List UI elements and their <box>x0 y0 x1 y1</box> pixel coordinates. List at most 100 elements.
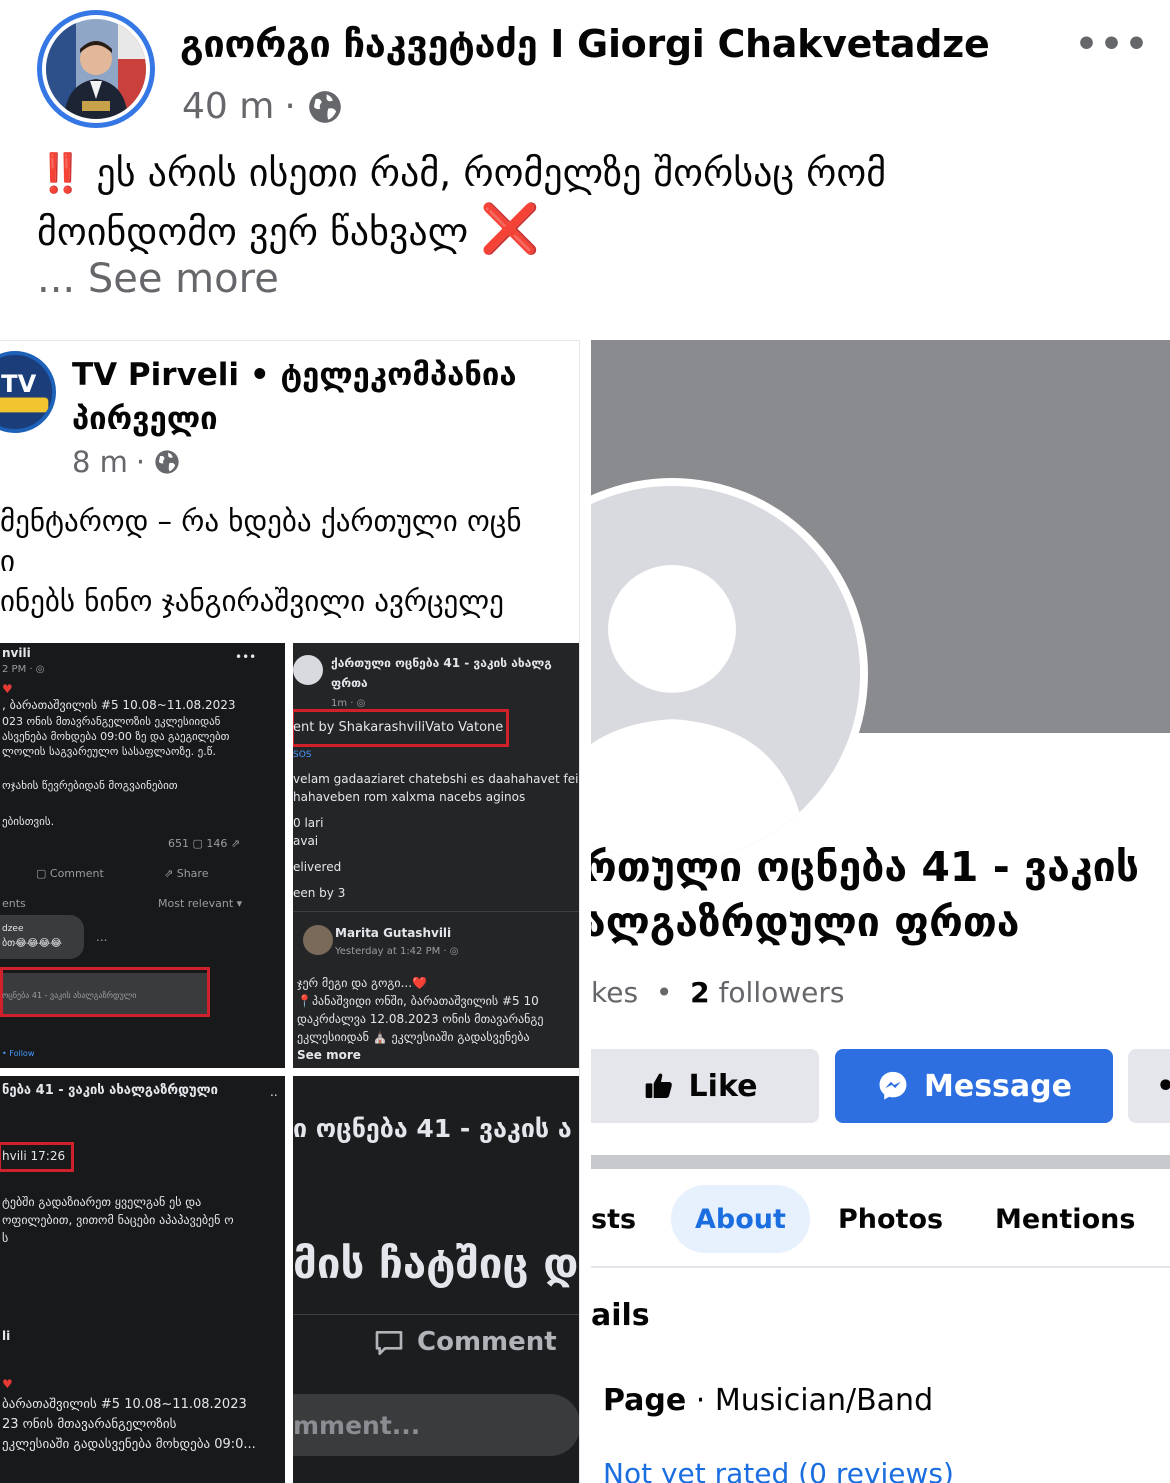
c4-divider <box>293 1314 579 1315</box>
more-button[interactable]: • <box>1128 1049 1170 1123</box>
c1-share-button[interactable]: ⇗ Share <box>164 865 208 882</box>
photo-1[interactable]: nvili ••• 2 PM · ◎ ♥ , ბარათაშვილის #5 1… <box>0 643 285 1068</box>
c1-more: ... <box>96 930 108 944</box>
photo-grid: nvili ••• 2 PM · ◎ ♥ , ბარათაშვილის #5 1… <box>0 643 579 1483</box>
c2-l5: elivered <box>293 860 342 874</box>
c4-comment-button[interactable]: Comment <box>373 1324 557 1360</box>
like-label: Like <box>688 1068 758 1104</box>
shared-post-meta: 8 m · <box>72 445 181 479</box>
shared-post-text: მენტაროდ – რა ხდება ქართული ოცნ ი ინებს … <box>0 501 522 621</box>
globe-icon <box>308 90 341 123</box>
c1-emoji: ბთ😂😂😂😂 <box>2 938 62 949</box>
see-more-link[interactable]: ... See more <box>37 256 279 302</box>
likes-fragment: kes <box>591 976 639 1009</box>
c1-dots: ••• <box>235 650 257 664</box>
section-divider <box>591 1155 1170 1169</box>
c2-sub: ფრთა <box>331 676 368 690</box>
profile-name-line-1: რთული ოცნება 41 - ვაკის <box>591 843 1140 891</box>
photo-4[interactable]: ი ოცნება 41 - ვაკის ა მის ჩატშიც დ Comme… <box>293 1076 579 1483</box>
comment-icon <box>375 1330 403 1355</box>
message-button[interactable]: Message <box>835 1049 1113 1123</box>
c2-time2: Yesterday at 1:42 PM · ◎ <box>335 946 459 957</box>
c2-m2: 📍პანაშვიდი ონში, ბარათაშვილის #5 10 <box>297 994 539 1008</box>
messenger-icon <box>879 1071 907 1100</box>
tab-photos[interactable]: Photos <box>838 1185 943 1253</box>
c4-big: მის ჩატშიც დ <box>293 1239 579 1288</box>
shared-post-time: 8 m <box>72 445 128 479</box>
shared-post-image[interactable]: TV TV Pirveli • ტელეკომპანია პირველი 8 m… <box>0 340 580 1483</box>
photo-3[interactable]: ნება 41 - ვაკის ახალგაზრდული .. hvili 17… <box>0 1076 285 1483</box>
shared-text-line-1: მენტაროდ – რა ხდება ქართული ოცნ <box>0 504 522 538</box>
photo-2[interactable]: ქართული ოცნება 41 - ვაკის ახალგ ფრთა 1m … <box>293 643 579 1068</box>
c1-name: nvili <box>2 646 31 660</box>
c1-counts: 651 ▢ 146 ⇗ <box>168 837 241 850</box>
post-time[interactable]: 40 m <box>182 86 274 127</box>
post-text-line-1: ეს არის ისეთი რამ, რომელზე შორსაც რომ <box>96 151 887 195</box>
thumbs-up-icon <box>645 1073 672 1098</box>
c3-li: li <box>2 1329 11 1343</box>
c2-m1: ჯერ მეგი და გოგი...❤️ <box>297 976 427 990</box>
followers-number: 2 <box>690 976 710 1009</box>
c2-l4: avai <box>293 834 319 848</box>
profile-page-image[interactable]: რთული ოცნება 41 - ვაკის ალგაზრდული ფრთა … <box>591 340 1170 1483</box>
meta-separator: · <box>135 445 146 479</box>
post-text-line-2: მოინდომო ვერ წახვალ <box>37 210 469 254</box>
profile-page-name: რთული ოცნება 41 - ვაკის ალგაზრდული ფრთა <box>591 840 1139 950</box>
c2-boxed: ent by ShakarashviliVato Vatone <box>293 720 504 735</box>
c3-l4: ბარათაშვილის #5 10.08~11.08.2023 <box>2 1397 247 1412</box>
globe-icon <box>155 450 179 474</box>
more-label: • <box>1156 1069 1170 1104</box>
post-meta: 40 m · <box>182 86 344 127</box>
c2-see-more[interactable]: See more <box>297 1047 361 1064</box>
c3-l2: ოფილებით, ვითომ ნაცები აპაპავებენ ო <box>2 1213 234 1227</box>
c3-l1: ტებში გადაზიარეთ ყველგან ეს და <box>2 1195 202 1209</box>
more-options-icon[interactable]: ••• <box>1075 24 1150 65</box>
c3-l3: ს <box>2 1231 9 1245</box>
profile-tabs: sts About Photos Mentions <box>591 1185 1170 1255</box>
page-category-label: Page <box>603 1383 687 1418</box>
details-heading: ails <box>591 1298 650 1333</box>
c3-l6: ეკლესიაში გადასვენება მოხდება 09:0... <box>2 1437 256 1452</box>
page-category-value: Musician/Band <box>714 1383 934 1418</box>
author-photo <box>46 19 146 119</box>
post-header: გიორგი ჩაკვეტაძე I Giorgi Chakvetadze ••… <box>0 0 1170 140</box>
c4-placeholder: mment... <box>293 1411 421 1440</box>
meta-separator: · <box>284 86 296 127</box>
c1-l5: ოჯახის წევრებიდან მოგვაინებით <box>2 779 178 792</box>
tab-about[interactable]: About <box>671 1185 810 1253</box>
c2-avatar-2 <box>303 925 333 955</box>
svg-text:TV: TV <box>1 370 36 398</box>
like-button[interactable]: Like <box>591 1049 819 1123</box>
c2-l6: een by 3 <box>293 886 346 900</box>
author-name[interactable]: გიორგი ჩაკვეტაძე I Giorgi Chakvetadze <box>180 22 990 66</box>
c1-sort[interactable]: Most relevant ▾ <box>158 895 242 912</box>
cross-mark-icon: ❌ <box>480 201 541 257</box>
c1-comment-button[interactable]: ▢ Comment <box>36 865 104 882</box>
c2-divider <box>293 911 579 912</box>
tab-mentions[interactable]: Mentions <box>995 1185 1135 1253</box>
c4-title: ი ოცნება 41 - ვაკის ა <box>293 1114 572 1143</box>
c2-avatar <box>293 655 323 685</box>
c2-l1: velam gadaaziaret chatebshi es daahahave… <box>293 772 579 786</box>
c3-title: ნება 41 - ვაკის ახალგაზრდული <box>2 1083 218 1098</box>
rating-link[interactable]: Not yet rated (0 reviews) <box>603 1457 954 1483</box>
followers-count[interactable]: kes • 2 followers <box>591 976 844 1009</box>
c3-l5: 23 ონის მთავარანგელოზის <box>2 1417 177 1432</box>
c1-l1: , ბარათაშვილის #5 10.08~11.08.2023 <box>2 698 236 712</box>
c1-follow[interactable]: • Follow <box>2 1045 34 1062</box>
tab-posts[interactable]: sts <box>591 1185 636 1253</box>
followers-label: followers <box>718 976 845 1009</box>
heart-icon: ♥ <box>2 682 13 696</box>
shared-text-line-3: ინებს ნინო ჯანგირაშვილი ავრცელე <box>0 584 504 618</box>
c2-title: ქართული ოცნება 41 - ვაკის ახალგ <box>331 656 552 670</box>
heart-icon: ♥ <box>2 1377 13 1391</box>
c1-l6: ებისთვის. <box>2 815 55 828</box>
tabs-divider <box>591 1266 1170 1268</box>
shared-page-name[interactable]: TV Pirveli • ტელეკომპანია პირველი <box>72 353 572 441</box>
author-avatar[interactable] <box>37 10 155 128</box>
post-text: ‼️ ეს არის ისეთი რამ, რომელზე შორსაც რომ… <box>37 145 1147 260</box>
message-label: Message <box>924 1068 1072 1104</box>
category-separator: · <box>695 1383 706 1418</box>
separator-dot: • <box>655 976 673 1009</box>
double-exclamation-icon: ‼️ <box>37 151 85 195</box>
